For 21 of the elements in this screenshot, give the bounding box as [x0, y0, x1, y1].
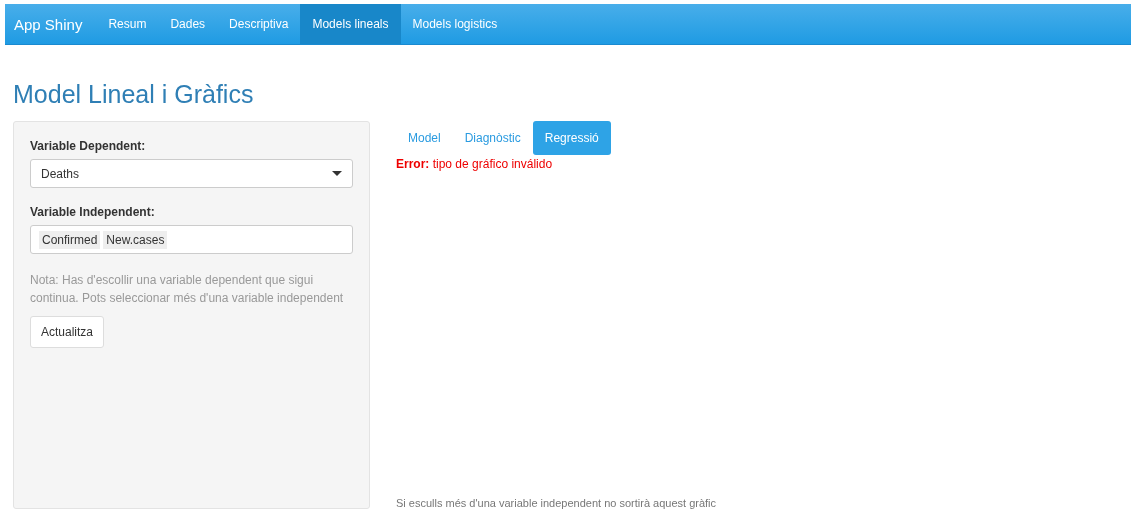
- independent-select[interactable]: Confirmed New.cases: [30, 225, 353, 254]
- help-text: Nota: Has d'escollir una variable dependent que sigui continua. Pots seleccionar més d'una variable independent: [30, 272, 345, 307]
- tab[interactable]: Regressió: [532, 121, 611, 155]
- dependent-select[interactable]: Deaths: [30, 159, 353, 188]
- selected-chip[interactable]: New.cases: [103, 230, 168, 249]
- field-label: Variable Independent:: [30, 205, 155, 219]
- caret-icon: [332, 171, 342, 176]
- update-button[interactable]: Actualitza: [30, 316, 105, 348]
- nav-tab[interactable]: Models lineals: [300, 4, 401, 44]
- app-brand[interactable]: App Shiny: [5, 4, 97, 44]
- field-label: Variable Dependent:: [30, 139, 146, 153]
- tab[interactable]: Diagnòstic: [452, 121, 533, 155]
- error-message: Error: tipo de gráfico inválido: [396, 157, 553, 171]
- nav-tab[interactable]: Models logistics: [400, 4, 510, 44]
- nav-tab[interactable]: Descriptiva: [217, 4, 301, 44]
- nav-tab[interactable]: Dades: [158, 4, 218, 44]
- page-title: Model Lineal i Gràfics: [13, 80, 255, 109]
- selected-chip[interactable]: Confirmed: [39, 230, 101, 249]
- nav-tab[interactable]: Resum: [96, 4, 159, 44]
- tab[interactable]: Model: [396, 121, 453, 155]
- footnote-text: Si esculls més d'una variable independent no sortirà aquest gràfic: [396, 497, 717, 509]
